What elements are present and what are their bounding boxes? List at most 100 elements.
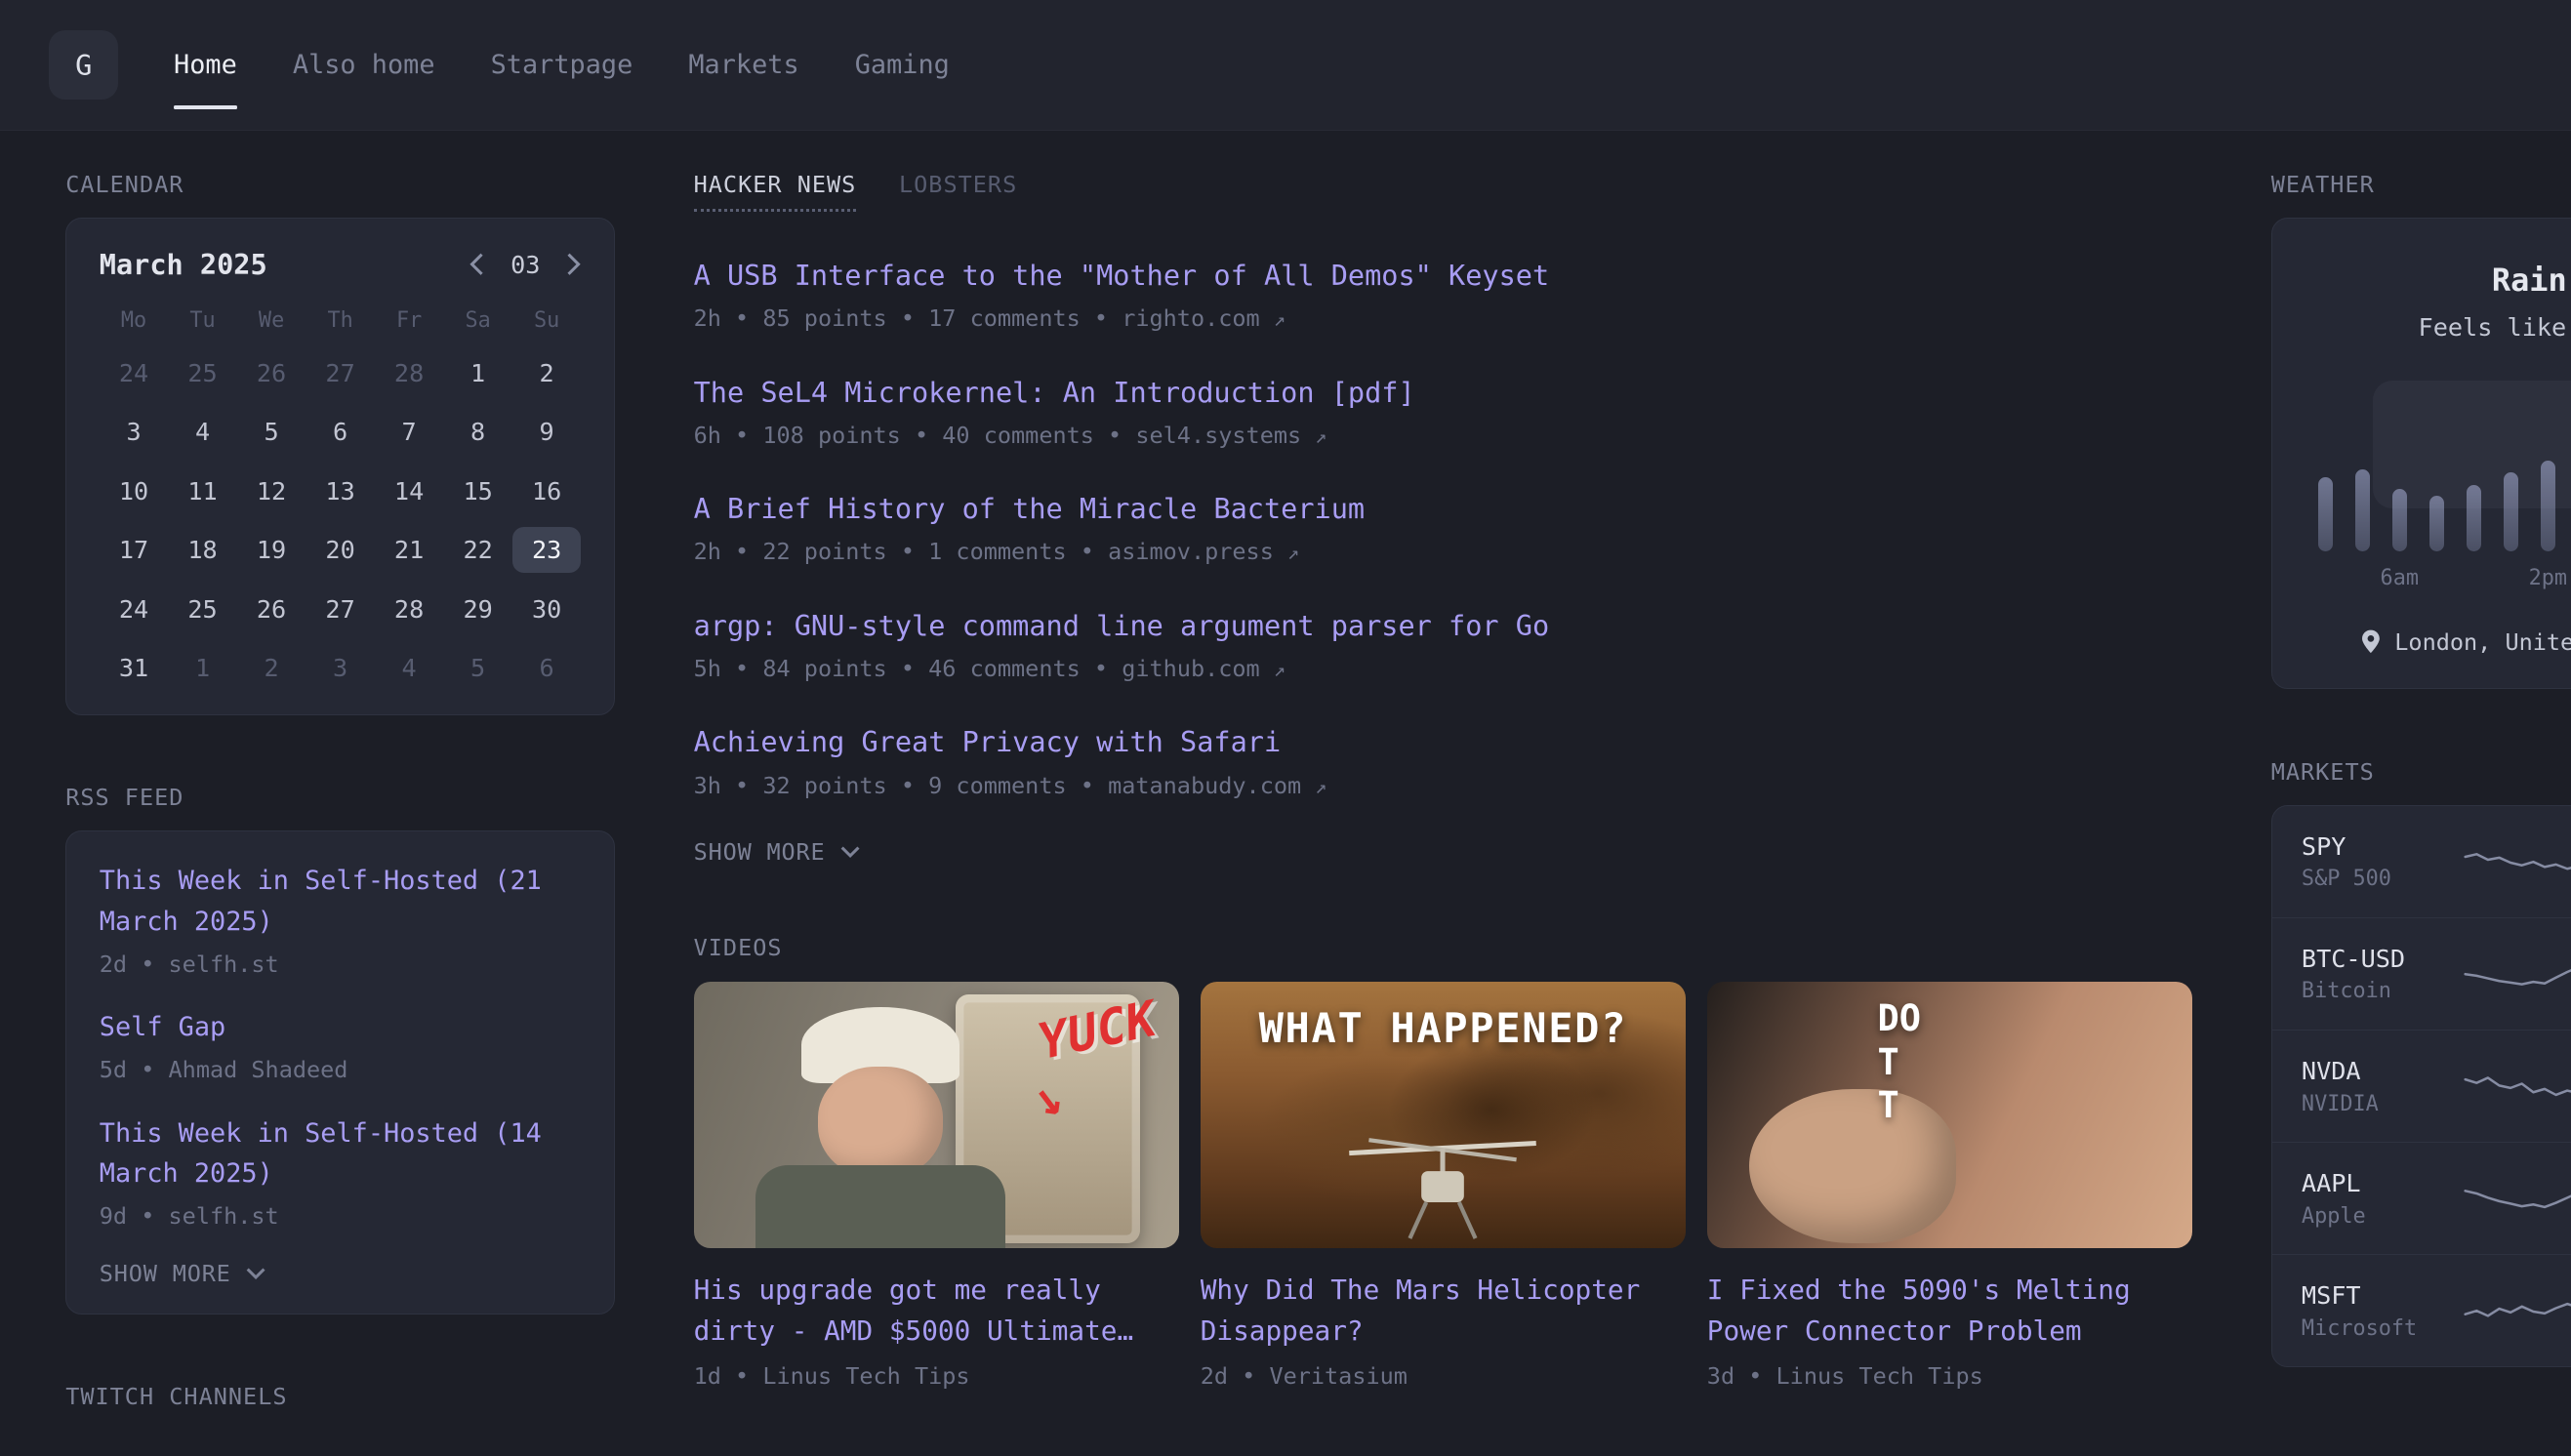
calendar-day: 4 — [168, 409, 237, 455]
calendar-day: 2 — [237, 645, 306, 691]
news-item-title[interactable]: A Brief History of the Miracle Bacterium — [694, 488, 2192, 530]
calendar-day: 25 — [168, 350, 237, 396]
rss-show-more-button[interactable]: SHOW MORE — [100, 1260, 582, 1287]
calendar-day: 3 — [100, 409, 169, 455]
nav-item-gaming[interactable]: Gaming — [855, 0, 950, 130]
rss-item: This Week in Self-Hosted (21 March 2025)… — [100, 861, 582, 978]
weather-widget: Rain Feels like 11°C 12° 6am2pm10pm Lond… — [2271, 218, 2571, 689]
video-title[interactable]: Why Did The Mars Helicopter Disappear? — [1201, 1270, 1686, 1351]
calendar-day: 27 — [306, 586, 375, 632]
market-name: Bitcoin — [2302, 979, 2459, 1003]
calendar-day: 4 — [375, 645, 444, 691]
market-row-spy[interactable]: SPYS&P 500-0.27%$563.98 — [2272, 806, 2571, 917]
news-item: A USB Interface to the "Mother of All De… — [694, 255, 2192, 332]
market-row-btc-usd[interactable]: BTC-USDBitcoin+1.39%$84,999.29 — [2272, 917, 2571, 1030]
calendar-day: 16 — [512, 468, 582, 514]
market-ticker[interactable]: AAPL — [2302, 1169, 2459, 1197]
calendar-section-label: CALENDAR — [65, 171, 615, 198]
external-link-icon: ↗ — [1274, 658, 1286, 681]
calendar-day: 13 — [306, 468, 375, 514]
calendar-day: 5 — [443, 645, 512, 691]
rss-item-title[interactable]: Self Gap — [100, 1007, 582, 1048]
market-ticker[interactable]: MSFT — [2302, 1281, 2459, 1310]
calendar-next-icon[interactable] — [566, 253, 581, 276]
calendar-day: 30 — [512, 586, 582, 632]
calendar-current-month-button[interactable]: 03 — [510, 251, 540, 279]
calendar-day: 25 — [168, 586, 237, 632]
calendar-grid: MoTuWeThFrSaSu24252627281234567891011121… — [100, 304, 582, 691]
weather-x-labels: 6am2pm10pm — [2318, 566, 2571, 595]
calendar-day: 29 — [443, 586, 512, 632]
video-title[interactable]: His upgrade got me really dirty - AMD $5… — [694, 1270, 1179, 1351]
weather-bar — [2318, 477, 2333, 551]
video-thumbnail[interactable]: DO T T — [1707, 982, 2192, 1249]
news-item: A Brief History of the Miracle Bacterium… — [694, 488, 2192, 565]
rss-item-meta: 5d • Ahmad Shadeed — [100, 1056, 582, 1083]
news-item-meta-text: 5h • 84 points • 46 comments • — [694, 655, 1122, 682]
news-item-source-link[interactable]: sel4.systems ↗ — [1135, 422, 1326, 449]
calendar-day: 7 — [375, 409, 444, 455]
rss-item-meta: 9d • selfh.st — [100, 1202, 582, 1230]
market-sparkline — [2459, 1062, 2571, 1111]
video-meta: 1d • Linus Tech Tips — [694, 1362, 1179, 1390]
left-column: CALENDAR March 2025 03 MoTuWeThFrSaSu242… — [65, 171, 615, 1431]
news-item: The SeL4 Microkernel: An Introduction [p… — [694, 372, 2192, 449]
news-tabs: HACKER NEWS LOBSTERS — [694, 171, 2192, 213]
nav-item-startpage[interactable]: Startpage — [491, 0, 633, 130]
nav-item-home[interactable]: Home — [174, 0, 237, 130]
market-ticker[interactable]: BTC-USD — [2302, 945, 2459, 973]
calendar-day: 2 — [512, 350, 582, 396]
news-item-title[interactable]: A USB Interface to the "Mother of All De… — [694, 255, 2192, 297]
news-item-title[interactable]: Achieving Great Privacy with Safari — [694, 721, 2192, 763]
markets-section-label: MARKETS — [2271, 758, 2571, 786]
sparkline-chart — [2464, 1174, 2571, 1223]
video-thumbnail[interactable]: WHAT HAPPENED? — [1201, 982, 1686, 1249]
news-item-title[interactable]: argp: GNU-style command line argument pa… — [694, 605, 2192, 647]
nav-item-also-home[interactable]: Also home — [293, 0, 435, 130]
app-logo[interactable]: G — [49, 30, 118, 100]
rss-widget: This Week in Self-Hosted (21 March 2025)… — [65, 830, 615, 1314]
tab-lobsters[interactable]: LOBSTERS — [899, 171, 1017, 213]
news-item-source-link[interactable]: righto.com ↗ — [1122, 304, 1286, 332]
video-meta: 3d • Linus Tech Tips — [1707, 1362, 2192, 1390]
rss-item-title[interactable]: This Week in Self-Hosted (14 March 2025) — [100, 1113, 582, 1194]
video-thumbnail[interactable]: YUCK↘ — [694, 982, 1179, 1249]
calendar-day: 3 — [306, 645, 375, 691]
calendar-day: 31 — [100, 645, 169, 691]
news-item-meta: 2h • 85 points • 17 comments • righto.co… — [694, 304, 2192, 332]
calendar-day: 5 — [237, 409, 306, 455]
calendar-day: 1 — [168, 645, 237, 691]
calendar-day: 6 — [512, 645, 582, 691]
calendar-weekday: We — [237, 304, 306, 338]
calendar-day: 24 — [100, 586, 169, 632]
market-sparkline — [2459, 1174, 2571, 1223]
market-name: S&P 500 — [2302, 867, 2459, 891]
shirt-graphic — [755, 1165, 1004, 1249]
news-item-source-link[interactable]: github.com ↗ — [1122, 655, 1286, 682]
daylight-region — [2373, 381, 2571, 508]
calendar-day: 26 — [237, 586, 306, 632]
market-row-nvda[interactable]: NVDANVIDIA-0.70%$117.70 — [2272, 1030, 2571, 1142]
market-row-aapl[interactable]: AAPLApple+1.95%$218.27 — [2272, 1142, 2571, 1254]
calendar-day: 28 — [375, 350, 444, 396]
market-row-msft[interactable]: MSFTMicrosoft+1.14%$391.26 — [2272, 1254, 2571, 1366]
rss-item-title[interactable]: This Week in Self-Hosted (21 March 2025) — [100, 861, 582, 942]
market-sparkline — [2459, 837, 2571, 886]
news-show-more-button[interactable]: SHOW MORE — [694, 838, 2192, 866]
news-item-source-link[interactable]: matanabudy.com ↗ — [1108, 772, 1326, 799]
tab-hacker-news[interactable]: HACKER NEWS — [694, 171, 857, 213]
calendar-weekday: Th — [306, 304, 375, 338]
market-ticker[interactable]: SPY — [2302, 832, 2459, 861]
market-ticker[interactable]: NVDA — [2302, 1057, 2459, 1085]
nav-item-markets[interactable]: Markets — [688, 0, 798, 130]
calendar-day: 21 — [375, 527, 444, 573]
video-title[interactable]: I Fixed the 5090's Melting Power Connect… — [1707, 1270, 2192, 1351]
news-item-meta: 3h • 32 points • 9 comments • matanabudy… — [694, 772, 2192, 799]
calendar-day-today: 23 — [512, 527, 582, 573]
calendar-prev-icon[interactable] — [469, 253, 484, 276]
news-item-title[interactable]: The SeL4 Microkernel: An Introduction [p… — [694, 372, 2192, 414]
mars-helicopter-graphic — [1336, 1120, 1549, 1245]
news-item-source-link[interactable]: asimov.press ↗ — [1108, 538, 1299, 565]
video-card: WHAT HAPPENED? Why Did The Mars Helicopte… — [1201, 982, 1686, 1391]
market-name: NVIDIA — [2302, 1092, 2459, 1116]
